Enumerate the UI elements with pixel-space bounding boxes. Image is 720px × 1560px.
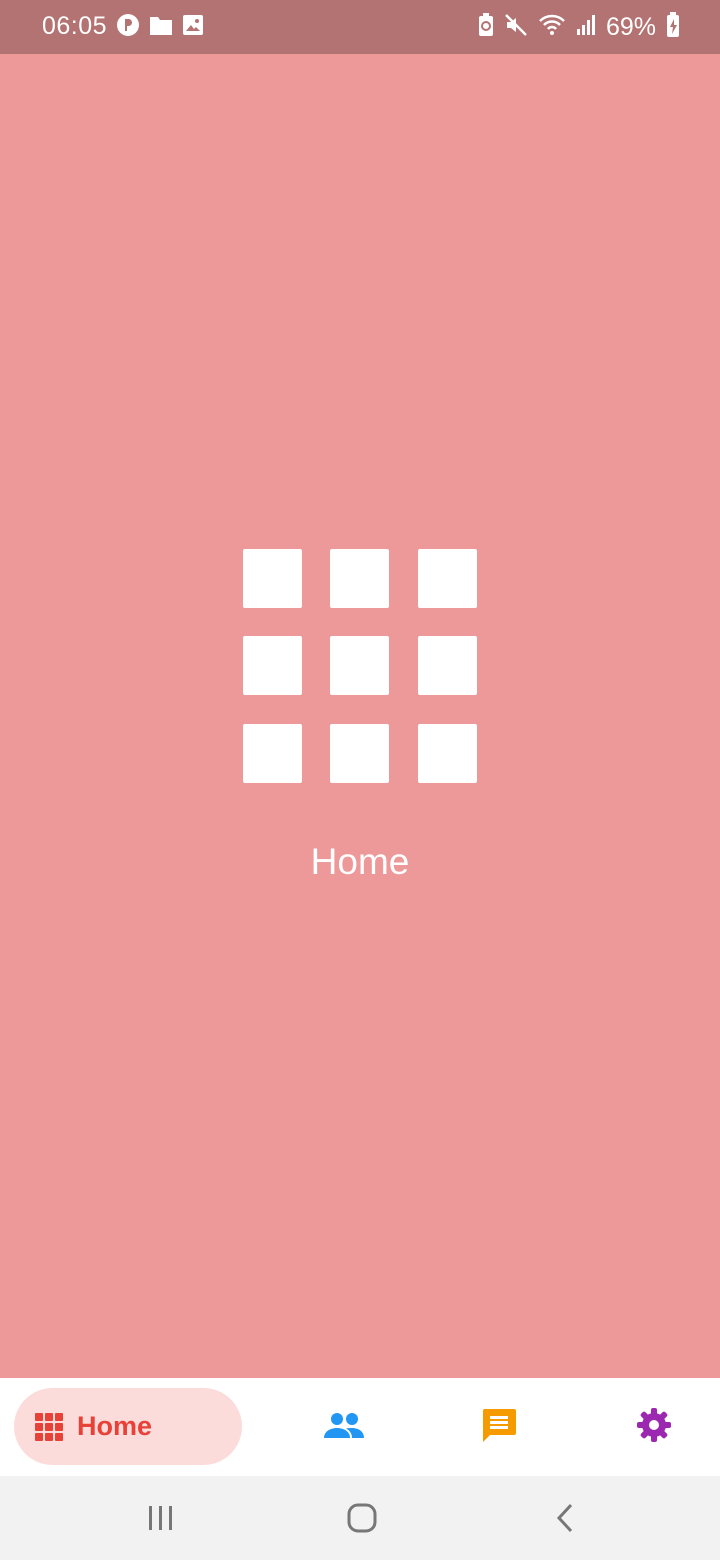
nav-item-messages[interactable] bbox=[478, 1406, 520, 1448]
recents-icon bbox=[147, 1505, 175, 1536]
home-button[interactable] bbox=[342, 1500, 382, 1540]
grid-icon bbox=[35, 1412, 63, 1441]
wifi-icon bbox=[538, 13, 566, 42]
recents-button[interactable] bbox=[141, 1500, 181, 1540]
status-notification-icons bbox=[116, 13, 204, 42]
nav-item-label: Home bbox=[77, 1411, 153, 1441]
back-icon bbox=[555, 1503, 575, 1538]
pi-app-icon bbox=[116, 13, 140, 42]
chat-icon bbox=[481, 1407, 517, 1448]
home-page: Home bbox=[0, 54, 720, 1378]
battery-percent: 69% bbox=[605, 12, 656, 41]
gear-icon bbox=[636, 1407, 672, 1448]
status-system-icons: 69% bbox=[478, 11, 680, 43]
status-bar: 06:05 69% bbox=[0, 0, 720, 54]
back-button[interactable] bbox=[545, 1500, 585, 1540]
nav-item-home[interactable]: Home bbox=[14, 1388, 242, 1465]
nav-item-people[interactable] bbox=[323, 1406, 365, 1448]
system-navigation-bar bbox=[0, 1476, 720, 1560]
battery-charging-icon bbox=[666, 11, 680, 43]
bottom-navigation: Home bbox=[0, 1378, 720, 1476]
signal-icon bbox=[576, 13, 596, 42]
mute-icon bbox=[504, 13, 528, 42]
home-icon bbox=[347, 1503, 377, 1538]
people-icon bbox=[324, 1411, 364, 1444]
folder-icon bbox=[149, 14, 173, 41]
status-time: 06:05 bbox=[42, 12, 108, 40]
grid-icon bbox=[243, 549, 478, 784]
nav-item-settings[interactable] bbox=[633, 1406, 675, 1448]
image-icon bbox=[182, 14, 204, 41]
page-title: Home bbox=[310, 841, 410, 882]
battery-saver-icon bbox=[478, 12, 494, 42]
